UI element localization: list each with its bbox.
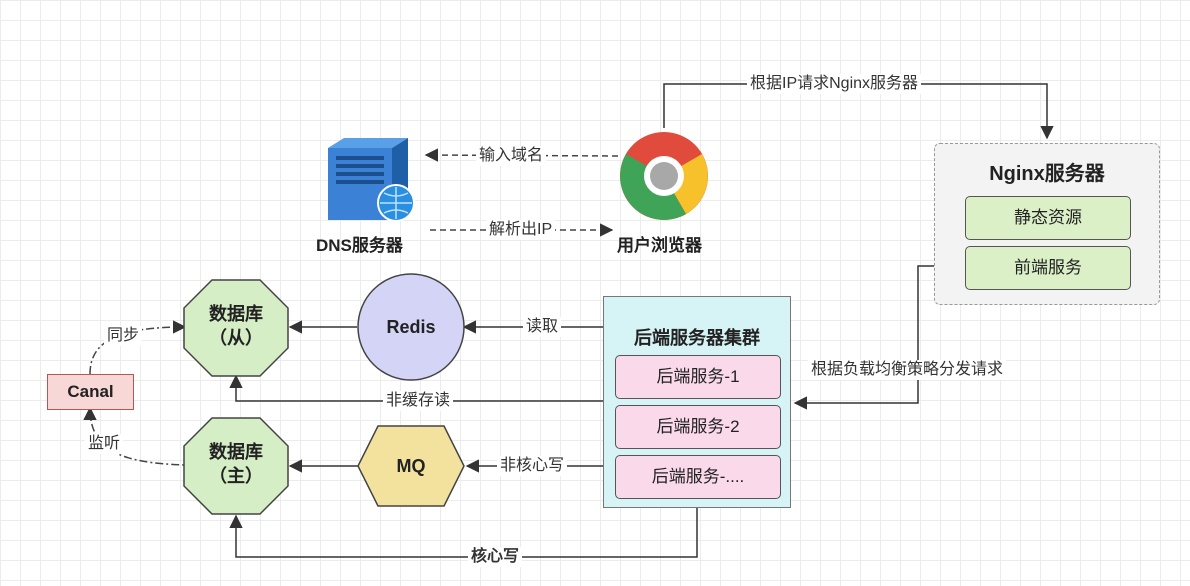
db-slave-name: 数据库 xyxy=(209,304,263,324)
label-listen: 监听 xyxy=(85,434,124,454)
nginx-server-group: Nginx服务器 静态资源 前端服务 xyxy=(934,143,1160,305)
canal-node: Canal xyxy=(47,374,134,410)
nginx-static-resources: 静态资源 xyxy=(965,196,1131,240)
browser-label: 用户浏览器 xyxy=(617,236,702,255)
browser-icon xyxy=(620,132,708,220)
backend-service-1: 后端服务-1 xyxy=(615,355,781,399)
label-sync: 同步 xyxy=(104,326,143,346)
db-master-name: 数据库 xyxy=(209,442,263,462)
label-resolve-ip: 解析出IP xyxy=(486,220,556,240)
edge-core-write xyxy=(229,506,698,558)
label-non-core-write: 非核心写 xyxy=(497,456,568,476)
backend-service-2: 后端服务-2 xyxy=(615,405,781,449)
label-core-write: 核心写 xyxy=(468,547,523,567)
server-icon xyxy=(328,138,415,222)
db-slave-role: （从） xyxy=(209,328,263,348)
label-request-nginx: 根据IP请求Nginx服务器 xyxy=(747,74,922,94)
db-slave-label: 数据库 （从） xyxy=(184,302,288,350)
label-load-balance: 根据负载均衡策略分发请求 xyxy=(808,360,1007,380)
label-input-domain: 输入域名 xyxy=(476,146,547,166)
dns-label: DNS服务器 xyxy=(316,236,403,255)
label-read: 读取 xyxy=(523,317,562,337)
redis-label: Redis xyxy=(386,317,436,337)
db-master-label: 数据库 （主） xyxy=(184,440,288,488)
cluster-title: 后端服务器集群 xyxy=(634,328,760,348)
nginx-title: Nginx服务器 xyxy=(989,163,1105,185)
nginx-frontend-service: 前端服务 xyxy=(965,246,1131,290)
backend-cluster: 后端服务器集群 后端服务-1 后端服务-2 后端服务-.... xyxy=(603,296,791,508)
mq-label: MQ xyxy=(396,456,426,476)
db-master-role: （主） xyxy=(209,466,263,486)
backend-service-more: 后端服务-.... xyxy=(615,455,781,499)
label-non-cache-read: 非缓存读 xyxy=(383,391,454,411)
